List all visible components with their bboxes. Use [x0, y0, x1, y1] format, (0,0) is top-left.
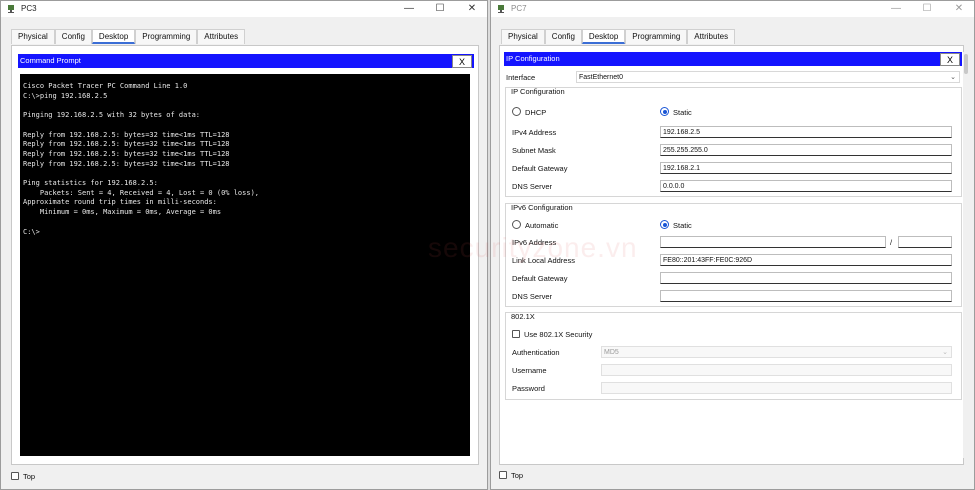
close-panel-button[interactable]: X [940, 53, 960, 66]
authentication-label: Authentication [512, 348, 560, 357]
minimize-button[interactable]: — [884, 2, 908, 16]
subnet-mask-label: Subnet Mask [512, 146, 556, 155]
terminal-output: Cisco Packet Tracer PC Command Line 1.0 … [23, 82, 260, 236]
tab-attributes[interactable]: Attributes [197, 29, 246, 44]
authentication-select[interactable]: MD5 ⌄ [601, 346, 952, 358]
tab-bar: Physical Config Desktop Programming Attr… [501, 29, 736, 44]
terminal[interactable]: Cisco Packet Tracer PC Command Line 1.0 … [20, 74, 470, 456]
tab-bar: Physical Config Desktop Programming Attr… [11, 29, 246, 44]
interface-value: FastEthernet0 [579, 74, 623, 81]
ipv6-prefix-field[interactable] [898, 236, 952, 248]
pc7-titlebar[interactable]: PC7 — ☐ ✕ [491, 1, 974, 17]
minimize-button[interactable]: — [397, 2, 421, 16]
static-label: Static [673, 108, 692, 117]
ipv4-address-label: IPv4 Address [512, 128, 557, 137]
tab-programming[interactable]: Programming [625, 29, 688, 44]
ipv6-dns-field[interactable] [660, 290, 952, 302]
window-title: PC7 [511, 4, 527, 13]
tab-desktop[interactable]: Desktop [91, 29, 136, 44]
chevron-down-icon: ⌄ [942, 349, 948, 356]
use-dot1x-label: Use 802.1X Security [524, 330, 593, 339]
static6-label: Static [673, 221, 692, 230]
automatic-radio[interactable] [512, 220, 521, 229]
tab-physical[interactable]: Physical [501, 29, 545, 44]
dot1x-section-title: 802.1X [511, 312, 535, 321]
top-label: Top [23, 472, 36, 481]
panel-title: Command Prompt [20, 56, 81, 65]
dhcp-radio[interactable] [512, 107, 521, 116]
pc3-titlebar[interactable]: PC3 — ☐ ✕ [1, 1, 487, 17]
automatic-label: Automatic [525, 221, 559, 230]
top-label: Top [511, 471, 524, 480]
ipv6-address-field[interactable] [660, 236, 886, 248]
ipv6-dns-label: DNS Server [512, 292, 553, 301]
prefix-separator: / [890, 238, 893, 247]
username-field[interactable] [601, 364, 952, 376]
default-gateway-label: Default Gateway [512, 164, 568, 173]
interface-select[interactable]: FastEthernet0 ⌄ [576, 71, 960, 83]
ipv6-section-title: IPv6 Configuration [511, 203, 573, 212]
dhcp-label: DHCP [525, 108, 547, 117]
ip-config-titlebar: IP Configuration [504, 52, 962, 66]
password-field[interactable] [601, 382, 952, 394]
top-checkbox[interactable] [499, 471, 507, 479]
scrollbar[interactable] [963, 52, 969, 458]
top-checkbox[interactable] [11, 472, 19, 480]
packet-tracer-icon [498, 5, 504, 13]
username-label: Username [512, 366, 547, 375]
static6-radio[interactable] [660, 220, 669, 229]
maximize-button[interactable]: ☐ [428, 2, 452, 16]
ipv6-gateway-field[interactable] [660, 272, 952, 284]
chevron-down-icon: ⌄ [950, 74, 956, 81]
static-radio[interactable] [660, 107, 669, 116]
pc3-window: PC3 — ☐ ✕ Physical Config Desktop Progra… [0, 0, 488, 490]
scrollbar-thumb[interactable] [964, 54, 968, 74]
close-button[interactable]: ✕ [947, 2, 971, 16]
window-title: PC3 [21, 4, 37, 13]
password-label: Password [512, 384, 545, 393]
use-dot1x-checkbox[interactable] [512, 330, 520, 338]
command-prompt-titlebar: Command Prompt [18, 54, 474, 68]
close-panel-button[interactable]: X [452, 55, 472, 68]
ipv4-address-field[interactable]: 192.168.2.5 [660, 126, 952, 138]
watermark: securityzone.vn [428, 232, 638, 263]
packet-tracer-icon [8, 5, 14, 13]
tab-programming[interactable]: Programming [135, 29, 198, 44]
ipv6-gateway-label: Default Gateway [512, 274, 568, 283]
authentication-value: MD5 [604, 349, 619, 356]
dns-server-label: DNS Server [512, 182, 553, 191]
tab-physical[interactable]: Physical [11, 29, 55, 44]
tab-attributes[interactable]: Attributes [687, 29, 736, 44]
tab-config[interactable]: Config [544, 29, 582, 44]
tab-desktop[interactable]: Desktop [581, 29, 626, 44]
close-button[interactable]: ✕ [460, 2, 484, 16]
interface-label: Interface [506, 73, 536, 82]
subnet-mask-field[interactable]: 255.255.255.0 [660, 144, 952, 156]
ipv4-section-title: IP Configuration [511, 87, 565, 96]
tab-config[interactable]: Config [54, 29, 92, 44]
link-local-field[interactable]: FE80::201:43FF:FE0C:926D [660, 254, 952, 266]
maximize-button[interactable]: ☐ [915, 2, 939, 16]
panel-title: IP Configuration [506, 54, 560, 63]
default-gateway-field[interactable]: 192.168.2.1 [660, 162, 952, 174]
dns-server-field[interactable]: 0.0.0.0 [660, 180, 952, 192]
